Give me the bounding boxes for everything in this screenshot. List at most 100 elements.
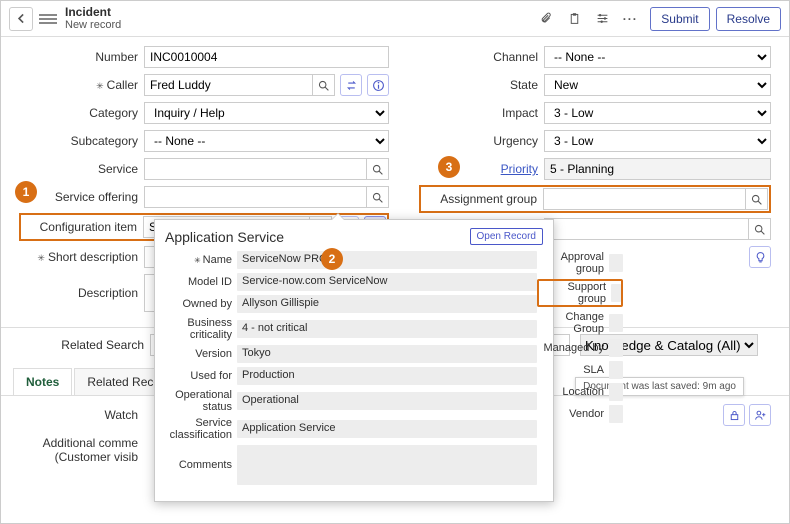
channel-select[interactable]: -- None --: [544, 46, 771, 68]
support-group-row-highlight: Support group: [537, 279, 623, 307]
subcategory-select[interactable]: -- None --: [144, 130, 389, 152]
caller-label: Caller: [19, 78, 144, 92]
ci-label: Configuration item: [22, 220, 143, 234]
short-desc-label: Short description: [19, 250, 144, 264]
related-search-label: Related Search: [19, 338, 144, 352]
submit-button[interactable]: Submit: [650, 7, 709, 31]
pop-sc-value: Application Service: [237, 420, 537, 438]
assignment-group-input[interactable]: [543, 188, 746, 210]
urgency-label: Urgency: [419, 134, 544, 148]
back-button[interactable]: [9, 7, 33, 31]
pop-model-label: Model ID: [165, 276, 237, 288]
pop-model-value: Service-now.com ServiceNow: [237, 273, 537, 291]
assignment-group-lookup[interactable]: [746, 188, 768, 210]
service-lookup[interactable]: [367, 158, 389, 180]
caller-swap-button[interactable]: [340, 74, 362, 96]
assigned-to-lookup[interactable]: [749, 218, 771, 240]
pop-name-label: Name: [165, 254, 237, 266]
watch-add-me-button[interactable]: [749, 404, 771, 426]
pop-location-label: Location: [537, 386, 609, 398]
pop-approval-value: [609, 254, 623, 272]
lightbulb-icon: [754, 251, 767, 264]
popover-right-col: Approval group Support group Change Grou…: [537, 251, 623, 489]
subcategory-label: Subcategory: [19, 134, 144, 148]
pop-sla-label: SLA: [537, 364, 609, 376]
caller-info-button[interactable]: [367, 74, 389, 96]
title-block: Incident New record: [65, 6, 121, 31]
topbar: Incident New record ··· Submit Resolve: [1, 1, 789, 37]
tab-notes[interactable]: Notes: [13, 368, 72, 395]
pop-op-value: Operational: [237, 392, 537, 410]
pop-sc-label: Serviceclassification: [165, 417, 237, 441]
pop-sla-value: [609, 361, 623, 379]
pop-version-label: Version: [165, 348, 237, 360]
pop-vendor-value: [609, 405, 623, 423]
service-offering-label: Service offering: [19, 190, 144, 204]
number-input[interactable]: [144, 46, 389, 68]
caller-input[interactable]: [144, 74, 313, 96]
popover-left-col: NameServiceNow PROD Model IDService-now.…: [165, 251, 537, 489]
callout-3: 3: [438, 156, 460, 178]
pop-change-value: [609, 314, 623, 332]
popover-title: Application Service: [165, 229, 284, 245]
more-icon[interactable]: ···: [620, 9, 640, 29]
open-record-button[interactable]: Open Record: [470, 228, 543, 245]
pop-used-value: Production: [237, 367, 537, 385]
priority-link[interactable]: Priority: [501, 162, 538, 176]
info-icon: [372, 79, 385, 92]
state-select[interactable]: New: [544, 74, 771, 96]
settings-icon[interactable]: [592, 9, 612, 29]
channel-label: Channel: [419, 50, 544, 64]
pop-owned-value: Allyson Gillispie: [237, 295, 537, 313]
pop-change-label: Change Group: [537, 311, 609, 335]
pop-bc-value: 4 - not critical: [237, 320, 537, 338]
pop-comments-value: [237, 445, 537, 485]
priority-input: [544, 158, 771, 180]
pop-managed-label: Managed by: [537, 342, 609, 354]
pop-used-label: Used for: [165, 370, 237, 382]
pop-op-label: Operationalstatus: [165, 389, 237, 413]
watch-lock-button[interactable]: [723, 404, 745, 426]
clipboard-icon[interactable]: [564, 9, 584, 29]
assigned-to-input[interactable]: [544, 218, 749, 240]
pop-version-value: Tokyo: [237, 345, 537, 363]
chevron-left-icon: [15, 12, 28, 25]
service-input[interactable]: [144, 158, 367, 180]
pop-bc-label: Businesscriticality: [165, 317, 237, 341]
service-offering-input[interactable]: [144, 186, 367, 208]
number-label: Number: [19, 50, 144, 64]
swap-icon: [345, 79, 358, 92]
attachment-icon[interactable]: [536, 9, 556, 29]
pop-approval-label: Approval group: [537, 251, 609, 275]
page-title: Incident: [65, 6, 121, 19]
pop-support-label: Support group: [539, 281, 611, 305]
service-label: Service: [19, 162, 144, 176]
pop-support-value: [611, 284, 621, 302]
search-icon: [750, 193, 763, 206]
hamburger-icon[interactable]: [39, 14, 57, 24]
pop-managed-value: [609, 339, 623, 357]
category-select[interactable]: Inquiry / Help: [144, 102, 389, 124]
pop-location-value: [609, 383, 623, 401]
pop-name-value: ServiceNow PROD: [237, 251, 537, 269]
lock-icon: [728, 409, 741, 422]
impact-select[interactable]: 3 - Low: [544, 102, 771, 124]
callout-2: 2: [321, 248, 343, 270]
search-icon: [371, 163, 384, 176]
person-plus-icon: [754, 409, 767, 422]
search-icon: [371, 191, 384, 204]
service-offering-lookup[interactable]: [367, 186, 389, 208]
urgency-select[interactable]: 3 - Low: [544, 130, 771, 152]
caller-lookup[interactable]: [313, 74, 335, 96]
search-icon: [753, 223, 766, 236]
resolve-button[interactable]: Resolve: [716, 7, 781, 31]
suggestion-button[interactable]: [749, 246, 771, 268]
callout-1: 1: [15, 181, 37, 203]
page-subtitle: New record: [65, 19, 121, 31]
pop-owned-label: Owned by: [165, 298, 237, 310]
watch-label: Watch: [19, 404, 144, 422]
assignment-group-row-highlight: Assignment group: [419, 185, 771, 213]
impact-label: Impact: [419, 106, 544, 120]
additional-comments-label: Additional comme(Customer visib: [19, 432, 144, 464]
state-label: State: [419, 78, 544, 92]
